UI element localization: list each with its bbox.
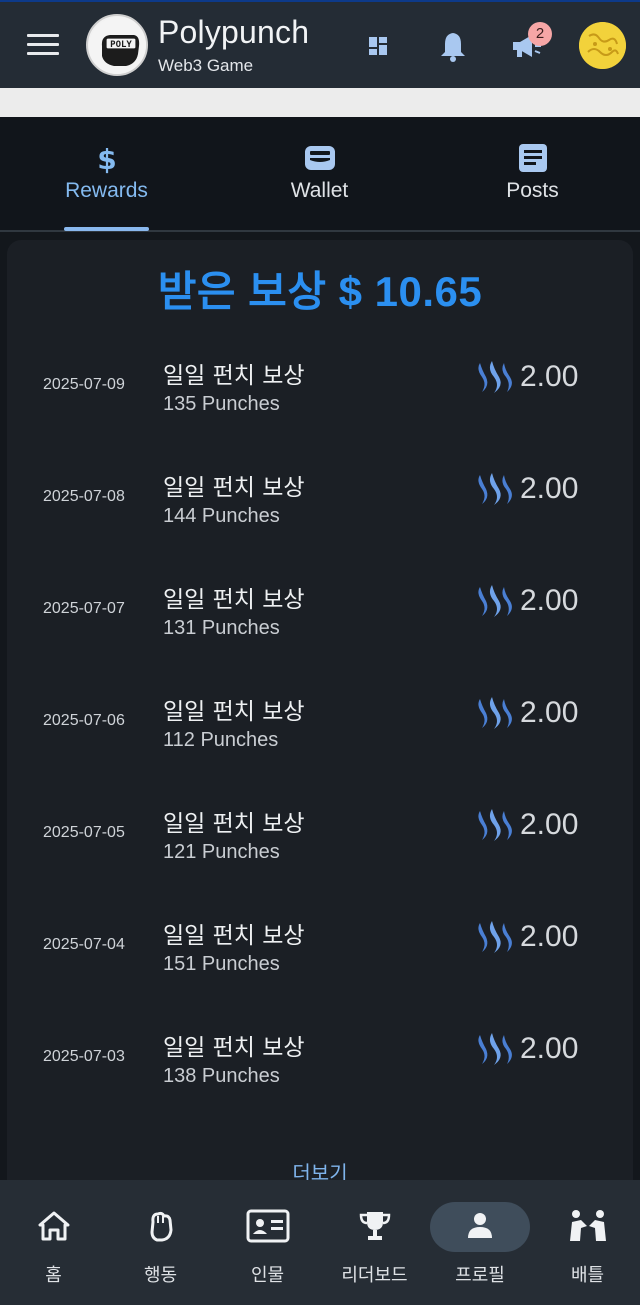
battle-icon: [565, 1208, 611, 1244]
reward-row: 2025-07-07 일일 펀치 보상 131 Punches 2.00: [0, 580, 640, 692]
reward-punch-count: 135 Punches: [163, 393, 280, 415]
reward-punch-count: 144 Punches: [163, 505, 280, 527]
reward-row: 2025-07-06 일일 펀치 보상 112 Punches 2.00: [0, 692, 640, 804]
bottom-nav: 홈 행동 인물 리더보드 프로필 배틀: [0, 1180, 640, 1305]
menu-icon[interactable]: [27, 34, 59, 58]
id-card-icon: [246, 1208, 290, 1244]
reward-punch-count: 138 Punches: [163, 1065, 280, 1087]
reward-name: 일일 펀치 보상: [163, 699, 305, 725]
logo-text: POLY: [110, 40, 132, 50]
steem-icon: [474, 1031, 516, 1067]
bell-icon[interactable]: [435, 28, 471, 64]
reward-name: 일일 펀치 보상: [163, 923, 305, 949]
app-header: POLY Polypunch Web3 Game 2: [0, 0, 640, 88]
fist-icon: [143, 1208, 179, 1244]
reward-row: 2025-07-08 일일 펀치 보상 144 Punches 2.00: [0, 468, 640, 580]
reward-date: 2025-07-08: [43, 488, 125, 505]
reward-date: 2025-07-09: [43, 376, 125, 393]
reward-amount: 2.00: [520, 472, 579, 505]
reward-date: 2025-07-06: [43, 712, 125, 729]
reward-name: 일일 펀치 보상: [163, 811, 305, 837]
reward-punch-count: 112 Punches: [163, 729, 279, 751]
steem-icon: [474, 359, 516, 395]
app-title: Polypunch: [158, 14, 310, 50]
reward-amount: 2.00: [520, 920, 579, 953]
nav-action[interactable]: 행동: [107, 1180, 214, 1305]
nav-leaderboard[interactable]: 리더보드: [321, 1180, 428, 1305]
reward-date: 2025-07-07: [43, 600, 125, 617]
steem-icon: [474, 583, 516, 619]
reward-row: 2025-07-03 일일 펀치 보상 138 Punches 2.00: [0, 1028, 640, 1140]
reward-amount: 2.00: [520, 584, 579, 617]
reward-name: 일일 펀치 보상: [163, 363, 305, 389]
tab-label: Posts: [506, 179, 559, 202]
steem-icon: [474, 807, 516, 843]
tab-label: Wallet: [290, 179, 349, 202]
reward-punch-count: 151 Punches: [163, 953, 280, 975]
reward-date: 2025-07-05: [43, 824, 125, 841]
nav-label: 행동: [143, 1265, 178, 1286]
reward-amount: 2.00: [520, 808, 579, 841]
user-icon: [462, 1208, 498, 1244]
app-logo[interactable]: POLY: [86, 14, 148, 76]
reward-name: 일일 펀치 보상: [163, 587, 305, 613]
nav-home[interactable]: 홈: [0, 1180, 107, 1305]
reward-amount: 2.00: [520, 1032, 579, 1065]
reward-name: 일일 펀치 보상: [163, 475, 305, 501]
reward-row: 2025-07-04 일일 펀치 보상 151 Punches 2.00: [0, 916, 640, 1028]
reward-amount: 2.00: [520, 696, 579, 729]
steem-icon: [474, 695, 516, 731]
trophy-icon: [357, 1208, 393, 1244]
reward-punch-count: 121 Punches: [163, 841, 280, 863]
nav-battle[interactable]: 배틀: [535, 1180, 640, 1305]
reward-date: 2025-07-03: [43, 1048, 125, 1065]
rewards-total: 받은 보상 $ 10.65: [157, 268, 483, 315]
nav-label: 인물: [250, 1265, 285, 1286]
app-subtitle: Web3 Game: [158, 56, 254, 75]
nav-label: 리더보드: [341, 1265, 408, 1286]
svg-text:$: $: [97, 143, 116, 175]
nav-profile[interactable]: 프로필: [428, 1180, 532, 1305]
banner-strip: [0, 88, 640, 117]
tab-label: Rewards: [65, 179, 148, 202]
wallet-icon: [303, 141, 337, 175]
reward-row: 2025-07-05 일일 펀치 보상 121 Punches 2.00: [0, 804, 640, 916]
document-icon: [516, 141, 550, 175]
nav-label: 배틀: [570, 1265, 605, 1286]
home-icon: [36, 1208, 72, 1244]
steem-icon: [474, 471, 516, 507]
tab-wallet[interactable]: Wallet: [213, 117, 426, 232]
dashboard-icon[interactable]: [360, 28, 396, 64]
nav-people[interactable]: 인물: [214, 1180, 321, 1305]
tab-rewards[interactable]: $ Rewards: [0, 117, 213, 232]
reward-amount: 2.00: [520, 360, 579, 393]
avatar[interactable]: [579, 22, 626, 69]
dollar-icon: $: [90, 141, 124, 176]
reward-punch-count: 131 Punches: [163, 617, 280, 639]
reward-row: 2025-07-09 일일 펀치 보상 135 Punches 2.00: [0, 356, 640, 468]
nav-label: 홈: [45, 1265, 62, 1286]
reward-date: 2025-07-04: [43, 936, 125, 953]
profile-tabs: $ Rewards Wallet Posts: [0, 117, 640, 232]
active-tab-indicator: [64, 227, 149, 231]
reward-name: 일일 펀치 보상: [163, 1035, 305, 1061]
tab-posts[interactable]: Posts: [426, 117, 639, 232]
notification-badge: 2: [528, 22, 552, 46]
nav-label: 프로필: [455, 1265, 505, 1286]
steem-icon: [474, 919, 516, 955]
